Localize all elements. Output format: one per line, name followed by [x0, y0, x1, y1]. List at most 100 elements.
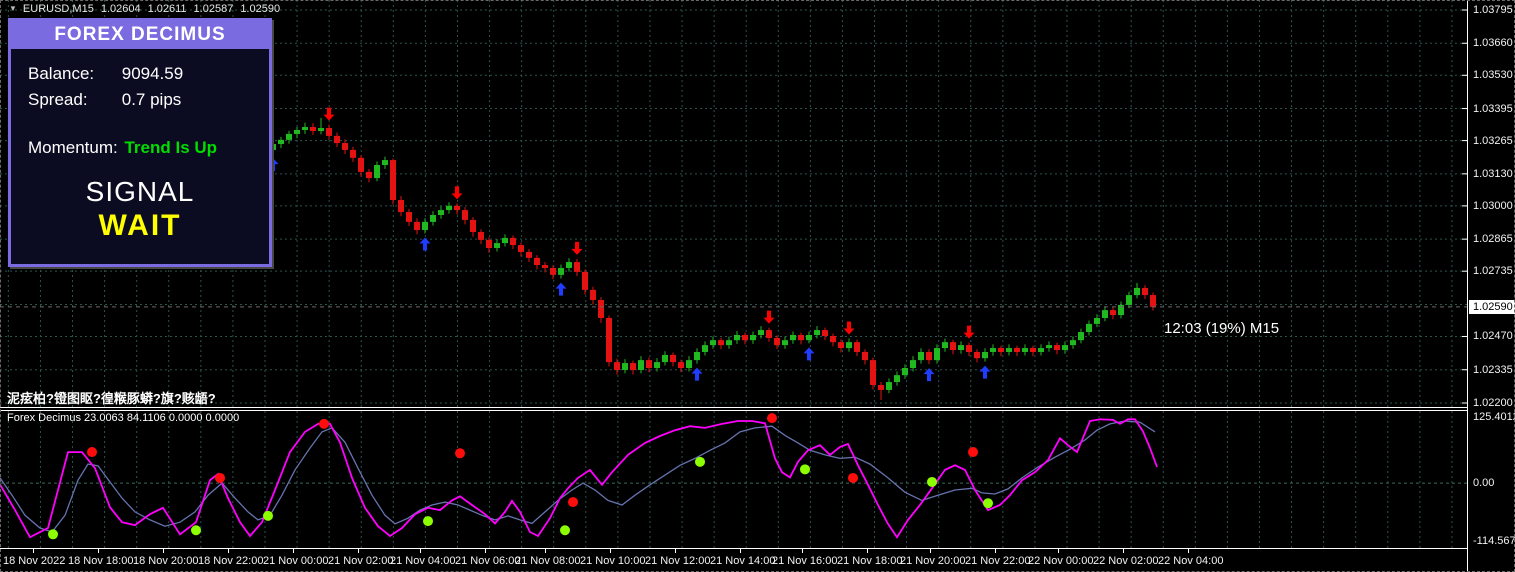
candle-body [1126, 295, 1132, 305]
candle-body [838, 342, 844, 349]
candle-body [918, 351, 924, 361]
candle-body [710, 340, 716, 346]
price-axis[interactable]: 1.02590 125.4012 0.00 -114.5675 1.03795 1… [1468, 0, 1515, 572]
momentum-value: Trend Is Up [124, 138, 218, 157]
time-tick-mark [228, 549, 229, 553]
buy-dot [927, 476, 937, 487]
candle-body [414, 221, 420, 231]
candle-body [942, 342, 948, 349]
time-tick-label: 21 Nov 08:00 [515, 555, 581, 567]
buy-dot [560, 525, 570, 536]
indicator-values: 23.0063 84.1106 0.0000 0.0000 [84, 412, 240, 424]
time-tick-mark [293, 549, 294, 553]
buy-arrow-icon [979, 365, 991, 379]
candle-body [646, 360, 652, 369]
sell-dot [87, 447, 97, 458]
panel-title: FOREX DECIMUS [11, 21, 269, 49]
candle-body [790, 334, 796, 341]
sell-arrow-icon [763, 310, 775, 324]
candle-body [486, 239, 492, 249]
candle-body [494, 243, 500, 249]
candle-body [534, 257, 540, 266]
candle-body [302, 127, 308, 130]
candle-body [606, 317, 612, 363]
candle-body [502, 237, 508, 244]
candle-body [926, 351, 932, 361]
price-tick-label: 1.02735 [1473, 265, 1513, 278]
price-tick-label: 1.02200 [1473, 397, 1513, 409]
candle-body [406, 212, 412, 222]
chart-menu-icon[interactable]: ▼ [9, 4, 17, 13]
ohlc-high: 1.02611 [147, 3, 187, 15]
main-line [0, 418, 1158, 539]
candle-body [934, 348, 940, 361]
candle-body [758, 330, 764, 335]
candle-body [662, 354, 668, 363]
candle-body [334, 135, 340, 144]
spread-label: Spread: [28, 90, 88, 109]
time-axis[interactable]: 18 Nov 2022 18 Nov 18:00 18 Nov 20:00 18 No… [0, 549, 1468, 572]
candle-body [558, 267, 564, 275]
candle-body [718, 340, 724, 346]
ohlc-open: 1.02604 [100, 3, 141, 15]
indicator-pane-label: Forex Decimus 23.0063 84.1106 0.0000 0.0… [7, 412, 239, 424]
signal-label: SIGNAL [85, 176, 195, 207]
osc-scale-top: 125.4012 [1473, 411, 1515, 423]
time-tick-mark [420, 549, 421, 553]
price-tick-label: 1.03530 [1473, 69, 1513, 82]
candle-body [806, 334, 812, 341]
sell-dot [767, 413, 777, 424]
candle-body [726, 340, 732, 346]
time-tick-mark [485, 549, 486, 553]
sell-dot [848, 472, 858, 483]
time-tick-label: 22 Nov 02:00 [1093, 555, 1159, 567]
candle-body [742, 334, 748, 341]
corrupted-indicator-text: 泥痃柏?镫图眍?徨糇豚蟒?旗?赅龉? [7, 391, 216, 406]
candle-body [678, 362, 684, 369]
candle-body [870, 360, 876, 386]
buy-dot [423, 516, 433, 527]
sell-arrow-icon [571, 241, 583, 255]
candle-body [510, 237, 516, 246]
candle-body [470, 219, 476, 233]
candle-body [798, 334, 804, 341]
osc-scale-zero: 0.00 [1473, 477, 1495, 489]
time-tick-label: 22 Nov 04:00 [1158, 555, 1224, 567]
candle-body [766, 330, 772, 338]
time-tick-label: 21 Nov 10:00 [580, 555, 646, 567]
sell-dot [215, 472, 225, 483]
sell-dot [455, 448, 465, 459]
candle-body [854, 342, 860, 352]
price-tick-label: 1.03000 [1473, 199, 1513, 212]
candle-body [630, 363, 636, 370]
price-tick-label: 1.03395 [1473, 102, 1513, 115]
candle-body [622, 363, 628, 370]
time-tick-label: 18 Nov 18:00 [68, 555, 134, 567]
candle-body [574, 262, 580, 272]
candle-body [958, 345, 964, 351]
buy-dot [191, 525, 201, 536]
candle-body [1094, 317, 1100, 324]
time-tick-mark [867, 549, 868, 553]
buy-dot [263, 510, 273, 521]
candle-body [446, 205, 452, 211]
ohlc-close: 1.02590 [240, 3, 281, 15]
candle-body [598, 300, 604, 318]
time-tick-label: 18 Nov 20:00 [133, 555, 199, 567]
candle-body [1150, 295, 1156, 307]
candle-body [1014, 348, 1020, 352]
candle-body [398, 199, 404, 213]
candle-body [318, 128, 324, 131]
candle-body [326, 128, 332, 136]
candle-body [990, 348, 996, 352]
candle-body [1142, 287, 1148, 296]
time-tick-mark [33, 549, 34, 553]
candle-body [654, 362, 660, 369]
candle-body [886, 382, 892, 390]
candle-body [382, 160, 388, 165]
momentum-label: Momentum: [28, 138, 118, 157]
price-tick-label: 1.03265 [1473, 134, 1513, 147]
candle-body [966, 345, 972, 352]
time-tick-mark [358, 549, 359, 553]
candle-body [750, 334, 756, 341]
